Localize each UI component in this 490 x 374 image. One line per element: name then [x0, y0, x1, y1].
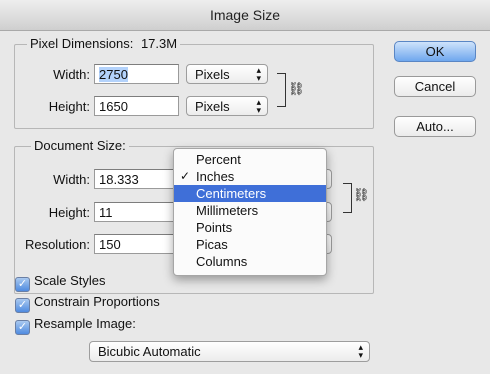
- menu-item-columns[interactable]: Columns: [174, 253, 326, 270]
- menu-item-millimeters[interactable]: Millimeters: [174, 202, 326, 219]
- doc-width-value: 18.333: [99, 172, 139, 187]
- doc-width-label: Width:: [53, 172, 90, 187]
- scale-styles-label: Scale Styles: [34, 273, 106, 288]
- resample-image-checkbox[interactable]: ✓ Resample Image:: [15, 316, 136, 335]
- cancel-button[interactable]: Cancel: [394, 76, 476, 97]
- checkmark-icon: ✓: [180, 169, 191, 183]
- pixel-dimensions-legend: Pixel Dimensions: 17.3M: [27, 36, 181, 51]
- pixel-width-value: 2750: [99, 67, 128, 82]
- up-down-arrows-icon: ▴ ▾: [256, 65, 261, 83]
- auto-button[interactable]: Auto...: [394, 116, 476, 137]
- window-title: Image Size: [0, 0, 490, 31]
- checkmark-icon: ✓: [15, 320, 30, 335]
- resample-image-label: Resample Image:: [34, 316, 136, 331]
- doc-height-field[interactable]: 11: [94, 202, 179, 222]
- menu-item-picas[interactable]: Picas: [174, 236, 326, 253]
- pixel-width-field[interactable]: 2750: [94, 64, 179, 84]
- chain-link-icon[interactable]: ⛓: [353, 187, 370, 203]
- resolution-value: 150: [99, 237, 121, 252]
- constrain-proportions-label: Constrain Proportions: [34, 294, 160, 309]
- resample-method-value: Bicubic Automatic: [98, 344, 201, 359]
- pixel-chain-bracket: [277, 73, 286, 107]
- pixel-height-unit: Pixels: [195, 99, 230, 114]
- doc-chain-bracket: [343, 183, 352, 213]
- pixel-width-unit: Pixels: [195, 67, 230, 82]
- ok-button[interactable]: OK: [394, 41, 476, 62]
- menu-item-centimeters[interactable]: Centimeters: [174, 185, 326, 202]
- doc-height-value: 11: [99, 205, 113, 220]
- checkmark-icon: ✓: [15, 298, 30, 313]
- pixel-height-label: Height:: [48, 99, 90, 114]
- menu-item-points[interactable]: Points: [174, 219, 326, 236]
- pixel-dimensions-title: Pixel Dimensions:: [30, 36, 134, 51]
- chain-link-icon[interactable]: ⛓: [288, 81, 305, 97]
- pixel-height-unit-select[interactable]: Pixels ▴ ▾: [186, 96, 268, 116]
- pixel-height-field[interactable]: 1650: [94, 96, 179, 116]
- pixel-width-unit-select[interactable]: Pixels ▴ ▾: [186, 64, 268, 84]
- pixel-dimensions-size: 17.3M: [140, 36, 178, 51]
- doc-height-label: Height:: [48, 205, 90, 220]
- document-size-legend: Document Size:: [31, 138, 129, 153]
- resolution-field[interactable]: 150: [94, 234, 179, 254]
- menu-item-percent[interactable]: Percent: [174, 151, 326, 168]
- constrain-proportions-checkbox[interactable]: ✓ Constrain Proportions: [15, 294, 160, 313]
- resolution-label: Resolution:: [24, 237, 90, 252]
- up-down-arrows-icon: ▴ ▾: [358, 342, 363, 360]
- menu-item-inches[interactable]: ✓ Inches: [174, 168, 326, 185]
- scale-styles-checkbox[interactable]: ✓ Scale Styles: [15, 273, 106, 292]
- doc-width-field[interactable]: 18.333: [94, 169, 179, 189]
- pixel-height-value: 1650: [99, 99, 128, 114]
- unit-popup-menu: Percent ✓ Inches Centimeters Millimeters…: [173, 148, 327, 276]
- resample-method-select[interactable]: Bicubic Automatic ▴ ▾: [89, 341, 370, 362]
- pixel-width-label: Width:: [53, 67, 90, 82]
- pixel-dimensions-group: [14, 44, 374, 129]
- up-down-arrows-icon: ▴ ▾: [256, 97, 261, 115]
- checkmark-icon: ✓: [15, 277, 30, 292]
